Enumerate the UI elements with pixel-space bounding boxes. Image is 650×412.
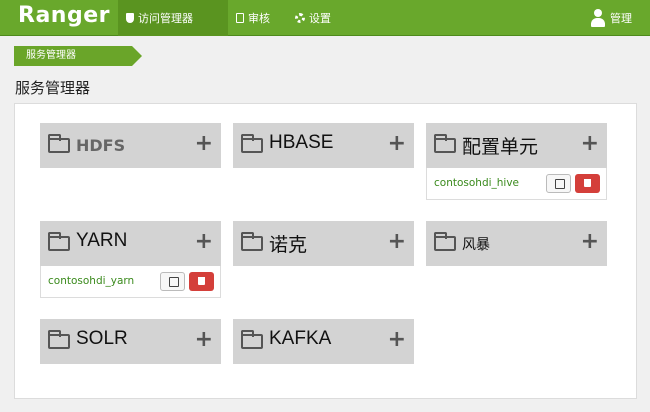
service-card-hdfs: HDFS +: [40, 123, 221, 168]
add-service-button[interactable]: +: [581, 229, 599, 254]
add-service-button[interactable]: +: [388, 131, 406, 156]
nav-access-manager[interactable]: 访问管理器: [118, 0, 228, 36]
service-card-storm: 风暴 +: [426, 221, 607, 266]
folder-icon: [241, 232, 263, 251]
service-name: 风暴: [462, 237, 490, 253]
folder-icon: [434, 134, 456, 153]
service-card-header: HDFS +: [40, 123, 221, 168]
delete-button[interactable]: [189, 272, 214, 291]
service-card-solr: SOLR +: [40, 319, 221, 364]
folder-icon: [48, 330, 70, 349]
add-service-button[interactable]: +: [388, 229, 406, 254]
nav-access-manager-label: 访问管理器: [138, 12, 193, 25]
folder-icon: [48, 232, 70, 251]
service-card-hive: 配置单元 + contosohdi_hive: [426, 123, 607, 200]
service-card-header: HBASE +: [233, 123, 414, 168]
service-card-header: KAFKA +: [233, 319, 414, 364]
service-name: YARN: [76, 230, 128, 251]
service-card-header: 诺克 +: [233, 221, 414, 266]
service-card-knox: 诺克 +: [233, 221, 414, 266]
service-repo-row: contosohdi_yarn: [40, 266, 221, 298]
file-icon: [236, 13, 244, 23]
add-service-button[interactable]: +: [195, 229, 213, 254]
service-name: SOLR: [76, 328, 128, 349]
nav-audit[interactable]: 审核: [228, 0, 278, 36]
service-card-header: 风暴 +: [426, 221, 607, 266]
repo-link[interactable]: contosohdi_hive: [434, 177, 519, 189]
add-service-button[interactable]: +: [195, 327, 213, 352]
user-menu-label: 管理: [610, 12, 632, 25]
breadcrumb-service-manager[interactable]: 服务管理器: [14, 46, 142, 66]
nav-settings[interactable]: 设置: [287, 0, 339, 36]
delete-button[interactable]: [575, 174, 600, 193]
shield-icon: [126, 13, 134, 23]
user-menu[interactable]: 管理: [582, 0, 640, 36]
service-card-header: YARN +: [40, 221, 221, 266]
folder-icon: [241, 330, 263, 349]
service-name: HDFS: [76, 136, 126, 155]
service-manager-panel: HDFS + HBASE + 配置单元 + contosohdi_hive YA…: [14, 103, 637, 399]
nav-audit-label: 审核: [248, 12, 270, 25]
service-card-kafka: KAFKA +: [233, 319, 414, 364]
folder-icon: [48, 134, 70, 153]
service-repo-row: contosohdi_hive: [426, 168, 607, 200]
edit-button[interactable]: [160, 272, 185, 291]
service-card-header: 配置单元 +: [426, 123, 607, 168]
service-name: KAFKA: [269, 328, 332, 349]
service-name: 诺克: [269, 235, 308, 256]
ranger-logo[interactable]: Ranger: [18, 3, 110, 28]
edit-button[interactable]: [546, 174, 571, 193]
service-card-yarn: YARN + contosohdi_yarn: [40, 221, 221, 298]
folder-icon: [434, 232, 456, 251]
gear-icon: [295, 13, 305, 23]
nav-settings-label: 设置: [309, 12, 331, 25]
service-card-header: SOLR +: [40, 319, 221, 364]
add-service-button[interactable]: +: [388, 327, 406, 352]
page-title: 服务管理器: [15, 79, 91, 97]
user-icon: [590, 9, 606, 27]
repo-link[interactable]: contosohdi_yarn: [48, 275, 134, 287]
add-service-button[interactable]: +: [581, 131, 599, 156]
service-name: 配置单元: [462, 137, 539, 158]
top-navbar: Ranger 访问管理器 审核 设置 管理: [0, 0, 650, 36]
service-card-hbase: HBASE +: [233, 123, 414, 168]
add-service-button[interactable]: +: [195, 131, 213, 156]
service-name: HBASE: [269, 132, 334, 153]
folder-icon: [241, 134, 263, 153]
